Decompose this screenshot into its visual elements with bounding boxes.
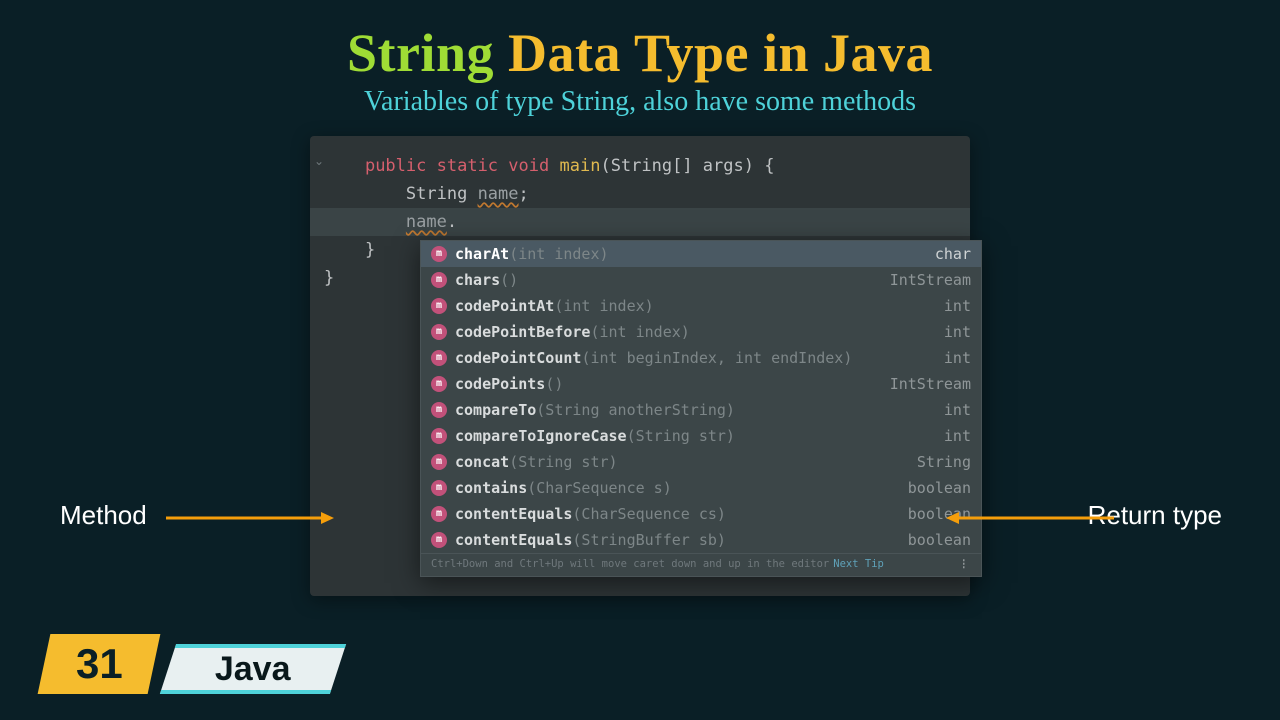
fold-indicator: ⌄ (314, 154, 324, 168)
autocomplete-hint: Ctrl+Down and Ctrl+Up will move caret do… (421, 553, 981, 576)
method-params: (int beginIndex, int endIndex) (581, 347, 852, 369)
language-badge: Java (160, 644, 346, 694)
method-params: (CharSequence cs) (572, 503, 726, 525)
method-return-type: int (944, 295, 971, 317)
code-line-2: String name; (324, 180, 970, 208)
annotation-method-label: Method (60, 500, 147, 531)
autocomplete-item[interactable]: m codePoints() IntStream (421, 371, 981, 397)
method-return-type: boolean (908, 477, 971, 499)
method-return-type: boolean (908, 529, 971, 551)
method-name: compareToIgnoreCase (455, 425, 627, 447)
method-name: contentEquals (455, 529, 572, 551)
method-icon: m (431, 428, 447, 444)
episode-number-badge: 31 (38, 634, 161, 694)
method-name: contains (455, 477, 527, 499)
method-params: () (500, 269, 518, 291)
method-icon: m (431, 454, 447, 470)
autocomplete-item[interactable]: mchars() IntStream (421, 267, 981, 293)
method-return-type: boolean (908, 503, 971, 525)
method-return-type: IntStream (890, 373, 971, 395)
hint-next-tip-link[interactable]: Next Tip (833, 558, 884, 570)
autocomplete-item[interactable]: m contains(CharSequence s) boolean (421, 475, 981, 501)
method-icon: m (431, 506, 447, 522)
method-return-type: IntStream (890, 269, 971, 291)
autocomplete-item[interactable]: m contentEquals(StringBuffer sb) boolean (421, 527, 981, 553)
method-params: () (545, 373, 563, 395)
method-name: codePoints (455, 373, 545, 395)
annotation-return-type-label: Return type (1088, 500, 1222, 531)
hint-text: Ctrl+Down and Ctrl+Up will move caret do… (431, 558, 829, 570)
slide-title: String Data Type in Java (0, 0, 1280, 84)
autocomplete-item[interactable]: mconcat(String str) String (421, 449, 981, 475)
method-icon: m (431, 272, 447, 288)
method-icon: m (431, 246, 447, 262)
method-params: (int index) (590, 321, 689, 343)
method-return-type: int (944, 425, 971, 447)
method-icon: m (431, 402, 447, 418)
method-return-type: int (944, 347, 971, 369)
method-icon: m (431, 324, 447, 340)
method-params: (StringBuffer sb) (572, 529, 726, 551)
code-editor: ⌄ public static void main(String[] args)… (310, 136, 970, 596)
autocomplete-item[interactable]: m codePointCount(int beginIndex, int endI… (421, 345, 981, 371)
method-icon: m (431, 298, 447, 314)
method-params: (int index) (554, 295, 653, 317)
autocomplete-item[interactable]: m contentEquals(CharSequence cs) boolean (421, 501, 981, 527)
method-name: concat (455, 451, 509, 473)
method-name: chars (455, 269, 500, 291)
method-return-type: char (935, 243, 971, 265)
method-name: charAt (455, 243, 509, 265)
method-icon: m (431, 480, 447, 496)
autocomplete-item[interactable]: m compareTo(String anotherString) int (421, 397, 981, 423)
autocomplete-item[interactable]: m codePointAt(int index) int (421, 293, 981, 319)
method-return-type: int (944, 399, 971, 421)
title-word-2: Data Type in Java (508, 23, 933, 83)
method-params: (String str) (627, 425, 735, 447)
method-name: codePointAt (455, 295, 554, 317)
method-return-type: int (944, 321, 971, 343)
method-params: (CharSequence s) (527, 477, 672, 499)
method-params: (String anotherString) (536, 399, 735, 421)
method-name: compareTo (455, 399, 536, 421)
autocomplete-item[interactable]: m codePointBefore(int index) int (421, 319, 981, 345)
code-line-1: public static void main(String[] args) { (324, 152, 970, 180)
method-params: (String str) (509, 451, 617, 473)
autocomplete-popup[interactable]: mcharAt(int index)charmchars()IntStreamm… (420, 240, 982, 577)
method-name: contentEquals (455, 503, 572, 525)
method-name: codePointCount (455, 347, 581, 369)
autocomplete-item[interactable]: m compareToIgnoreCase(String str) int (421, 423, 981, 449)
autocomplete-item[interactable]: mcharAt(int index) char (421, 241, 981, 267)
more-icon[interactable]: ⋮ (959, 558, 972, 570)
method-name: codePointBefore (455, 321, 590, 343)
code-line-3-current: name. (310, 208, 970, 236)
method-icon: m (431, 350, 447, 366)
title-word-1: String (347, 23, 494, 83)
method-return-type: String (917, 451, 971, 473)
method-icon: m (431, 376, 447, 392)
method-params: (int index) (509, 243, 608, 265)
slide-subtitle: Variables of type String, also have some… (0, 86, 1280, 118)
method-icon: m (431, 532, 447, 548)
